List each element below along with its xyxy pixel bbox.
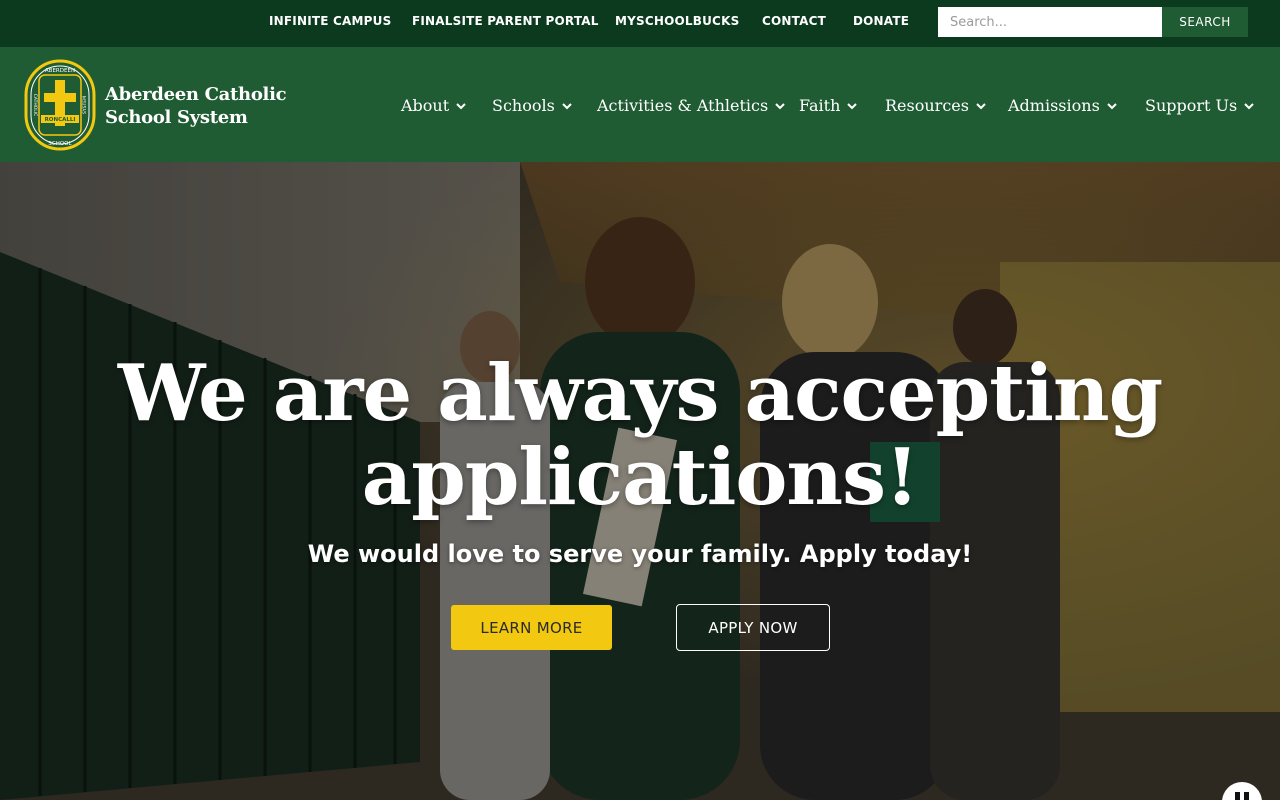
nav-label: Faith <box>799 96 841 115</box>
search-input[interactable] <box>938 7 1162 37</box>
site-name-line2: School System <box>105 107 248 128</box>
nav-label: Admissions <box>1008 96 1100 115</box>
nav-item-faith[interactable]: Faith <box>799 94 858 118</box>
hero-section: We are always accepting applications! We… <box>0 162 1280 800</box>
search-button[interactable]: SEARCH <box>1162 7 1248 37</box>
svg-text:CATHOLIC: CATHOLIC <box>32 94 38 117</box>
contact-link[interactable]: CONTACT <box>762 0 826 43</box>
infinite-campus-link[interactable]: INFINITE CAMPUS <box>269 0 391 43</box>
myschoolbucks-link[interactable]: MYSCHOOLBUCKS <box>615 0 739 43</box>
learn-more-button[interactable]: LEARN MORE <box>451 605 612 650</box>
nav-label: Resources <box>885 96 969 115</box>
nav-label: Activities & Athletics <box>597 96 769 115</box>
hero-title-line1: We are always accepting <box>117 348 1163 439</box>
logo-link[interactable]: RONCALLI ABERDEEN SCHOOL CATHOLIC SYSTEM… <box>24 59 287 151</box>
chevron-down-icon <box>847 103 858 110</box>
svg-text:ABERDEEN: ABERDEEN <box>45 68 75 74</box>
nav-item-support-us[interactable]: Support Us <box>1145 94 1255 118</box>
hero-subtitle: We would love to serve your family. Appl… <box>307 540 973 568</box>
nav-label: Support Us <box>1145 96 1238 115</box>
nav-label: About <box>401 96 450 115</box>
nav-item-resources[interactable]: Resources <box>885 94 987 118</box>
cross-seal-icon: RONCALLI ABERDEEN SCHOOL CATHOLIC SYSTEM <box>24 59 96 151</box>
nav-item-admissions[interactable]: Admissions <box>1008 94 1118 118</box>
chevron-down-icon <box>976 103 986 110</box>
nav-item-about[interactable]: About <box>401 94 467 118</box>
hero-title-line2: applications! <box>361 432 919 523</box>
nav-item-schools[interactable]: Schools <box>492 94 573 118</box>
svg-text:RONCALLI: RONCALLI <box>45 117 76 123</box>
svg-text:SCHOOL: SCHOOL <box>48 141 72 147</box>
chevron-down-icon <box>775 103 785 110</box>
chevron-down-icon <box>456 103 466 110</box>
donate-link[interactable]: DONATE <box>853 0 909 43</box>
chevron-down-icon <box>1107 103 1117 110</box>
hero-title: We are always accepting applications! <box>0 352 1280 520</box>
site-name: Aberdeen Catholic School System <box>105 83 287 129</box>
nav-item-activities-athletics[interactable]: Activities & Athletics <box>597 94 786 118</box>
main-header: RONCALLI ABERDEEN SCHOOL CATHOLIC SYSTEM… <box>0 47 1280 162</box>
svg-text:SYSTEM: SYSTEM <box>82 96 88 114</box>
utility-bar: INFINITE CAMPUS FINALSITE PARENT PORTAL … <box>0 0 1280 47</box>
apply-now-button[interactable]: APPLY NOW <box>676 604 830 651</box>
site-name-line1: Aberdeen Catholic <box>105 84 287 105</box>
chevron-down-icon <box>562 103 572 110</box>
nav-label: Schools <box>492 96 555 115</box>
chevron-down-icon <box>1244 103 1254 110</box>
finalsite-parent-portal-link[interactable]: FINALSITE PARENT PORTAL <box>412 0 599 43</box>
